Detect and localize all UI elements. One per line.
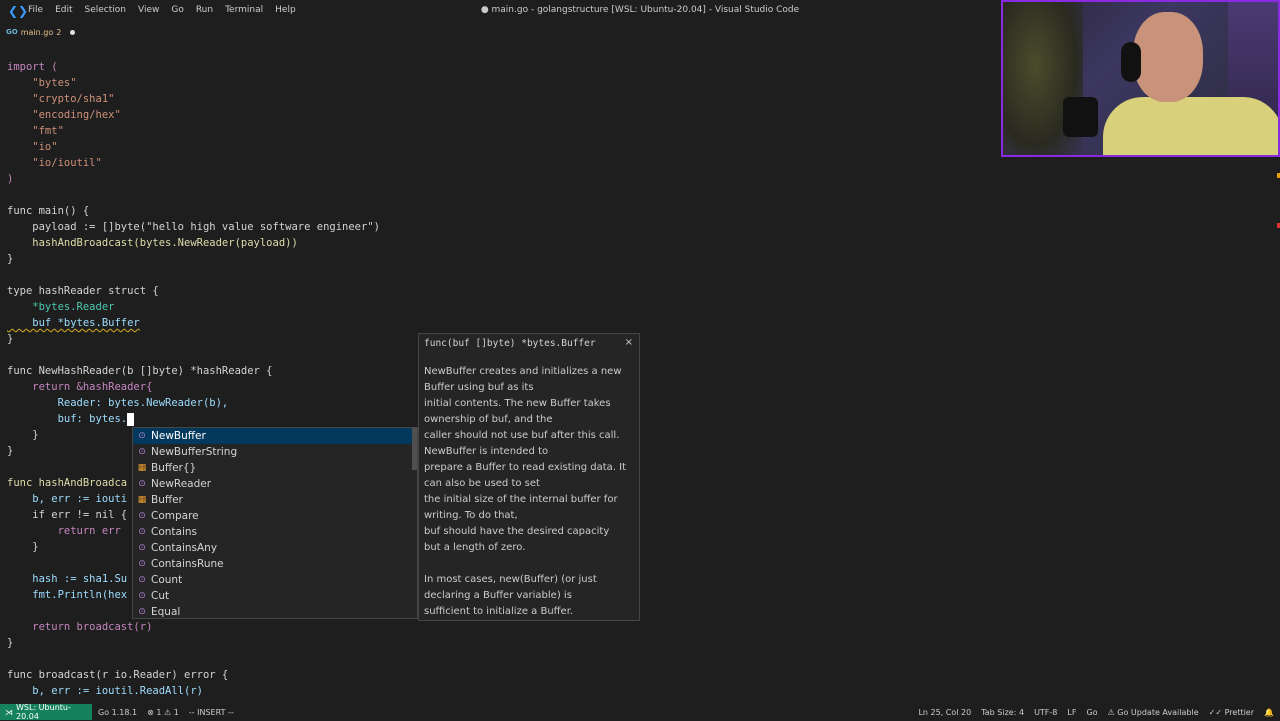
code-line[interactable]: buf: bytes.: [7, 411, 135, 427]
suggestion-item[interactable]: ⊙ Count: [133, 572, 417, 588]
suggestion-item[interactable]: ▦ Buffer: [133, 492, 417, 508]
function-signature: func(buf []byte) *bytes.Buffer: [424, 338, 596, 349]
code-line[interactable]: hashAndBroadcast(bytes.NewReader(payload…: [7, 235, 298, 251]
function-icon: ⊙: [138, 607, 146, 617]
tab-size[interactable]: Tab Size: 4: [981, 708, 1024, 717]
code-line[interactable]: "io/ioutil": [7, 155, 102, 171]
double-check-icon: ✓✓: [1208, 707, 1223, 717]
warning-icon: ⚠: [163, 707, 172, 717]
vim-mode: -- INSERT --: [188, 707, 234, 717]
microphone-icon: [1063, 97, 1098, 137]
code-line[interactable]: }: [7, 251, 13, 267]
update-icon: ⚠: [1107, 707, 1115, 717]
tab-problems-badge: 2: [56, 27, 62, 37]
suggestion-item[interactable]: ⊙ NewReader: [133, 476, 417, 492]
code-line[interactable]: import (: [7, 59, 58, 75]
code-line[interactable]: ): [7, 171, 13, 187]
prettier-status[interactable]: ✓✓ Prettier: [1209, 708, 1254, 717]
code-line[interactable]: }: [7, 427, 38, 443]
function-icon: ⊙: [138, 559, 146, 569]
file-encoding[interactable]: UTF-8: [1034, 708, 1057, 717]
end-of-line[interactable]: LF: [1067, 708, 1076, 717]
function-icon: ⊙: [138, 447, 146, 457]
function-icon: ⊙: [138, 527, 146, 537]
suggestion-item[interactable]: ⊙ ContainsAny: [133, 540, 417, 556]
editor-tab-bar: GO main.go 2: [0, 22, 1000, 42]
code-line[interactable]: "io": [7, 139, 57, 155]
documentation-text: NewBuffer creates and initializes a new …: [424, 366, 627, 617]
suggestion-item[interactable]: ⊙ ContainsRune: [133, 556, 417, 572]
suggestion-item[interactable]: ▦ Buffer{}: [133, 460, 417, 476]
tab-filename: main.go: [20, 27, 54, 37]
autocomplete-list[interactable]: ⊙ NewBuffer ⊙ NewBufferString ▦ Buffer{} ⊙ N…: [132, 427, 418, 619]
struct-icon: ▦: [137, 495, 147, 505]
cursor-position[interactable]: Ln 25, Col 20: [918, 708, 971, 717]
code-line[interactable]: type hashReader struct {: [7, 283, 159, 299]
code-line[interactable]: Reader: bytes.NewReader(b),: [7, 395, 229, 411]
code-line[interactable]: func NewHashReader(b []byte) *hashReader…: [7, 363, 273, 379]
code-line[interactable]: buf *bytes.Buffer: [7, 315, 139, 331]
suggestion-details-panel[interactable]: func(buf []byte) *bytes.Buffer × NewBuff…: [418, 333, 640, 621]
code-line[interactable]: "bytes": [7, 75, 76, 91]
tab-main-go[interactable]: GO main.go 2: [0, 22, 80, 42]
notifications-bell-icon[interactable]: 🔔: [1264, 708, 1274, 717]
code-line[interactable]: fmt.Println(hex: [7, 587, 127, 603]
code-line[interactable]: return broadcast(r): [7, 619, 152, 635]
remote-indicator[interactable]: ⋊ WSL: Ubuntu-20.04: [0, 703, 92, 721]
code-line[interactable]: payload := []byte("hello high value soft…: [7, 219, 380, 235]
code-line[interactable]: }: [7, 443, 13, 459]
webcam-overlay: [1001, 0, 1280, 157]
text-cursor: [127, 412, 135, 426]
code-line[interactable]: "encoding/hex": [7, 107, 121, 123]
code-line[interactable]: func main() {: [7, 203, 89, 219]
code-line[interactable]: func hashAndBroadca: [7, 475, 127, 491]
go-version[interactable]: Go 1.18.1: [98, 708, 137, 717]
suggestion-item[interactable]: ⊙ Compare: [133, 508, 417, 524]
function-icon: ⊙: [138, 575, 146, 585]
code-line[interactable]: func broadcast(r io.Reader) error {: [7, 667, 228, 683]
go-file-icon: GO: [6, 28, 18, 36]
language-mode[interactable]: Go: [1086, 708, 1097, 717]
function-icon: ⊙: [138, 479, 146, 489]
suggestion-item[interactable]: ⊙ NewBufferString: [133, 444, 417, 460]
go-update-status[interactable]: ⚠ Go Update Available: [1108, 708, 1199, 717]
code-line[interactable]: "crypto/sha1": [7, 91, 114, 107]
code-line[interactable]: if err != nil {: [7, 507, 127, 523]
webcam-person-body: [1103, 97, 1278, 155]
remote-icon: ⋊: [5, 707, 13, 717]
code-line[interactable]: "fmt": [7, 123, 64, 139]
code-line[interactable]: b, err := iouti: [7, 491, 127, 507]
problems-indicator[interactable]: ⊗ 1 ⚠ 1: [147, 708, 179, 717]
close-details-icon[interactable]: ×: [625, 337, 633, 348]
suggestion-item[interactable]: ⊙ Cut: [133, 588, 417, 604]
unsaved-dot-icon[interactable]: [70, 29, 76, 35]
function-icon: ⊙: [138, 543, 146, 553]
suggestion-item[interactable]: ⊙ NewBuffer: [133, 428, 417, 444]
function-icon: ⊙: [138, 591, 146, 601]
suggestion-item[interactable]: ⊙ Equal: [133, 604, 417, 620]
code-line[interactable]: b, err := ioutil.ReadAll(r): [7, 683, 203, 699]
status-bar: ⋊ WSL: Ubuntu-20.04 Go 1.18.1 ⊗ 1 ⚠ 1 --…: [0, 703, 1280, 721]
code-line[interactable]: }: [7, 539, 38, 555]
code-line[interactable]: return &hashReader{: [7, 379, 152, 395]
code-line[interactable]: hash := sha1.Su: [7, 571, 127, 587]
function-icon: ⊙: [138, 511, 146, 521]
code-line[interactable]: }: [7, 635, 13, 651]
code-line[interactable]: }: [7, 331, 13, 347]
suggestion-item[interactable]: ⊙ Contains: [133, 524, 417, 540]
code-line[interactable]: return err: [7, 523, 121, 539]
code-line[interactable]: *bytes.Reader: [7, 299, 114, 315]
webcam-person-head: [1133, 12, 1203, 102]
error-icon: ⊗: [147, 707, 154, 717]
autocomplete-scrollbar[interactable]: [412, 428, 417, 470]
headphones-icon: [1121, 42, 1141, 82]
function-icon: ⊙: [138, 431, 146, 441]
struct-icon: ▦: [137, 463, 147, 473]
